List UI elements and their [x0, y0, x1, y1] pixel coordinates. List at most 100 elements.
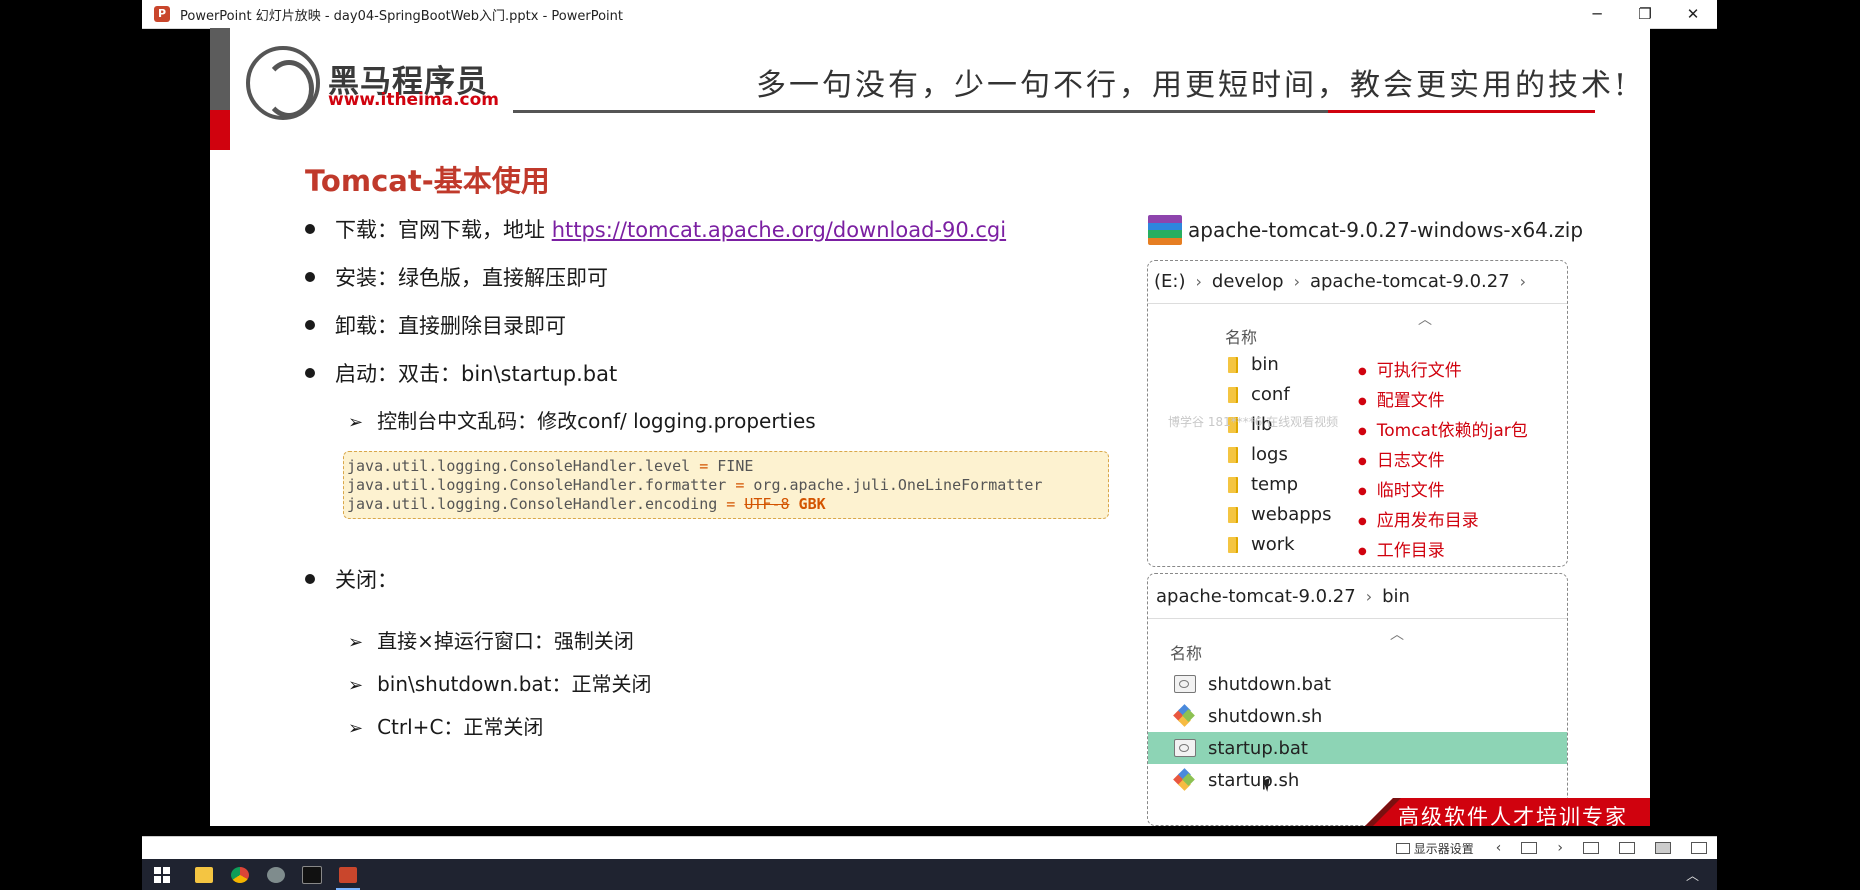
folder-name: conf: [1251, 384, 1290, 405]
breadcrumb-item[interactable]: develop: [1212, 271, 1284, 292]
restore-button[interactable]: ❐: [1621, 0, 1669, 28]
note-text: 工作目录: [1376, 541, 1445, 561]
window-titlebar: P PowerPoint 幻灯片放映 - day04-SpringBootWeb…: [142, 0, 1717, 29]
column-header-name[interactable]: 名称: [1225, 324, 1257, 348]
chrome-taskbar-button[interactable]: [222, 859, 258, 890]
file-shutdown-bat[interactable]: shutdown.bat: [1148, 668, 1567, 700]
zip-file: apache-tomcat-9.0.27-windows-x64.zip: [1148, 215, 1583, 245]
batch-file-icon: [1174, 739, 1196, 757]
note-lib: ● Tomcat依赖的jar包: [1358, 416, 1528, 441]
display-settings-label: 显示器设置: [1413, 841, 1474, 856]
note-text: 日志文件: [1376, 451, 1445, 471]
chrome-icon: [231, 866, 249, 883]
bullet-dot-icon: [305, 368, 315, 378]
reading-view-icon[interactable]: [1655, 842, 1671, 854]
file-shutdown-sh[interactable]: shutdown.sh: [1148, 700, 1567, 732]
slide-title: Tomcat-基本使用: [305, 164, 550, 198]
windows-start-icon[interactable]: [154, 866, 170, 883]
explorer-panel-root: (E:) › develop › apache-tomcat-9.0.27 › …: [1147, 260, 1568, 567]
app-taskbar-button[interactable]: [258, 859, 294, 890]
close-button[interactable]: ✕: [1669, 0, 1717, 28]
intellij-taskbar-button[interactable]: [294, 859, 330, 890]
breadcrumb: apache-tomcat-9.0.27 › bin: [1156, 586, 1410, 607]
file-startup-sh[interactable]: startup.sh: [1148, 764, 1567, 796]
arrow-bullet-icon: ➢: [348, 675, 364, 696]
note-text: Tomcat依赖的jar包: [1376, 421, 1528, 441]
powerpoint-icon: P: [154, 6, 170, 22]
code-operator: =: [690, 457, 718, 475]
folder-webapps[interactable]: webapps: [1228, 504, 1331, 525]
folder-bin[interactable]: bin: [1228, 354, 1279, 375]
code-old-value: UTF-8: [744, 495, 790, 513]
folder-icon: [1228, 506, 1238, 523]
bullet-download: 下载：官网下载，地址 https://tomcat.apache.org/dow…: [305, 214, 1006, 244]
monitor-icon: [1395, 842, 1410, 854]
file-explorer-taskbar-button[interactable]: [186, 859, 222, 890]
code-operator: =: [726, 476, 754, 494]
file-name: shutdown.bat: [1208, 673, 1332, 695]
git-bash-icon: [1174, 704, 1196, 727]
code-value: FINE: [717, 457, 754, 475]
file-startup-bat[interactable]: startup.bat: [1148, 732, 1567, 764]
window-title: PowerPoint 幻灯片放映 - day04-SpringBootWeb入门…: [180, 8, 623, 24]
gear-app-icon: [267, 866, 285, 883]
folder-logs[interactable]: logs: [1228, 444, 1288, 465]
bullet-install: 安装：绿色版，直接解压即可: [305, 262, 608, 292]
sub-bullet-close-3: ➢ Ctrl+C：正常关闭: [348, 711, 543, 740]
code-operator: =: [717, 495, 745, 513]
zip-file-name: apache-tomcat-9.0.27-windows-x64.zip: [1188, 218, 1584, 242]
file-name: startup.bat: [1208, 737, 1308, 759]
code-line: java.util.logging.ConsoleHandler.encodin…: [347, 495, 1108, 514]
decor-bar-red: [210, 110, 230, 150]
explorer-panel-bin: apache-tomcat-9.0.27 › bin ︿ 名称 shutdown…: [1147, 573, 1568, 826]
code-key: java.util.logging.ConsoleHandler.formatt…: [347, 476, 727, 494]
winrar-archive-icon: [1148, 215, 1182, 245]
folder-name: work: [1251, 534, 1295, 555]
breadcrumb-item[interactable]: apache-tomcat-9.0.27: [1310, 271, 1510, 292]
code-line: java.util.logging.ConsoleHandler.formatt…: [347, 476, 1108, 495]
breadcrumb-item[interactable]: (E:): [1154, 271, 1185, 292]
bullet-close: 关闭：: [305, 564, 398, 594]
tray-chevron-up-icon[interactable]: ︿: [1686, 865, 1699, 884]
download-link[interactable]: https://tomcat.apache.org/download-90.cg…: [552, 218, 1006, 242]
folder-work[interactable]: work: [1228, 534, 1295, 555]
sub-bullet-close-1: ➢ 直接×掉运行窗口：强制关闭: [348, 625, 634, 654]
previous-slide-icon[interactable]: ‹: [1496, 840, 1502, 856]
grid-view-icon[interactable]: [1619, 842, 1635, 854]
bullet-text: 启动：双击：bin\startup.bat: [335, 362, 618, 386]
code-value: org.apache.juli.OneLineFormatter: [753, 476, 1043, 494]
file-name: shutdown.sh: [1208, 705, 1323, 727]
windows-taskbar: ︿: [142, 859, 1717, 890]
folder-icon: [1228, 386, 1238, 403]
code-key: java.util.logging.ConsoleHandler.encodin…: [347, 495, 718, 513]
sub-bullet-console: ➢ 控制台中文乱码：修改conf/ logging.properties: [348, 405, 816, 434]
bullet-text: 下载：官网下载，地址: [335, 218, 552, 242]
arrow-bullet-icon: ➢: [348, 412, 364, 433]
column-header-name[interactable]: 名称: [1170, 640, 1202, 664]
batch-file-icon: [1174, 675, 1196, 693]
normal-view-icon[interactable]: [1583, 842, 1599, 854]
slide-sorter-icon[interactable]: [1521, 842, 1538, 854]
folder-conf[interactable]: conf: [1228, 384, 1290, 405]
minimize-button[interactable]: ─: [1573, 0, 1621, 28]
code-new-value: GBK: [789, 495, 826, 513]
bullet-start: 启动：双击：bin\startup.bat: [305, 358, 617, 388]
display-settings-button[interactable]: 显示器设置: [1395, 840, 1474, 857]
powerpoint-taskbar-button[interactable]: [330, 859, 366, 890]
breadcrumb-item[interactable]: bin: [1382, 586, 1410, 607]
note-work: ● 工作目录: [1358, 536, 1445, 561]
note-temp: ● 临时文件: [1358, 476, 1445, 501]
arrow-bullet-icon: ➢: [348, 718, 364, 739]
chevron-right-icon: ›: [1195, 272, 1202, 291]
folder-temp[interactable]: temp: [1228, 474, 1298, 495]
slideshow-view-icon[interactable]: [1691, 842, 1707, 854]
slide[interactable]: 黑马程序员 www.itheima.com 多一句没有，少一句不行，用更短时间，…: [210, 28, 1650, 826]
code-key: java.util.logging.ConsoleHandler.level: [347, 457, 691, 475]
bullet-dot-icon: [305, 320, 315, 330]
breadcrumb-item[interactable]: apache-tomcat-9.0.27: [1156, 586, 1356, 607]
note-text: 应用发布目录: [1376, 511, 1479, 531]
note-text: 临时文件: [1376, 481, 1445, 501]
folder-icon: [1228, 476, 1238, 493]
red-dot-icon: ●: [1358, 515, 1367, 527]
next-slide-icon[interactable]: ›: [1557, 840, 1563, 856]
